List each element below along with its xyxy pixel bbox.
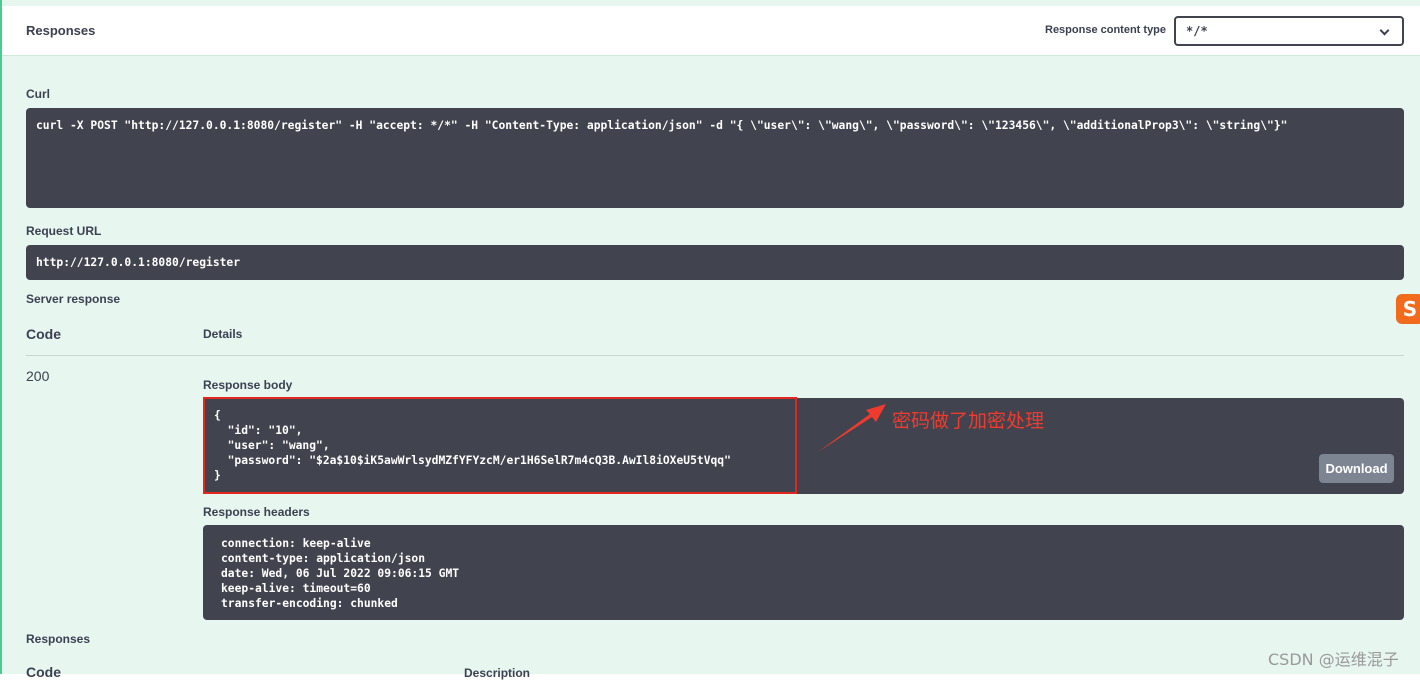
side-logo-icon[interactable]: S	[1396, 294, 1420, 324]
footer-code-header: Code	[26, 664, 61, 680]
request-url-label: Request URL	[26, 224, 102, 238]
content-type-label: Response content type	[1045, 24, 1167, 36]
content-type-select[interactable]: */*	[1174, 16, 1404, 46]
watermark: CSDN @运维混子	[1268, 650, 1399, 669]
chevron-down-icon	[1379, 25, 1390, 36]
responses-title: Responses	[26, 23, 96, 38]
response-body-label: Response body	[203, 378, 293, 392]
response-headers[interactable]: connection: keep-alive content-type: app…	[203, 525, 1404, 620]
server-response-label: Server response	[26, 292, 121, 306]
footer-description-header: Description	[464, 666, 531, 680]
response-code: 200	[26, 368, 50, 384]
details-column-header: Details	[203, 327, 243, 341]
annotation-highlight-box	[203, 397, 797, 494]
content-type-value: */*	[1186, 24, 1208, 38]
response-headers-label: Response headers	[203, 505, 310, 519]
curl-command[interactable]: curl -X POST "http://127.0.0.1:8080/regi…	[26, 108, 1404, 208]
request-url-value[interactable]: http://127.0.0.1:8080/register	[26, 245, 1404, 280]
responses-header: Responses Response content type */*	[2, 6, 1420, 56]
download-button[interactable]: Download	[1319, 454, 1394, 483]
curl-label: Curl	[26, 87, 50, 101]
table-divider	[26, 355, 1404, 356]
code-column-header: Code	[26, 326, 61, 342]
annotation-arrow-icon	[818, 404, 886, 452]
annotation-text: 密码做了加密处理	[892, 410, 1045, 432]
responses-footer-label: Responses	[26, 632, 91, 646]
